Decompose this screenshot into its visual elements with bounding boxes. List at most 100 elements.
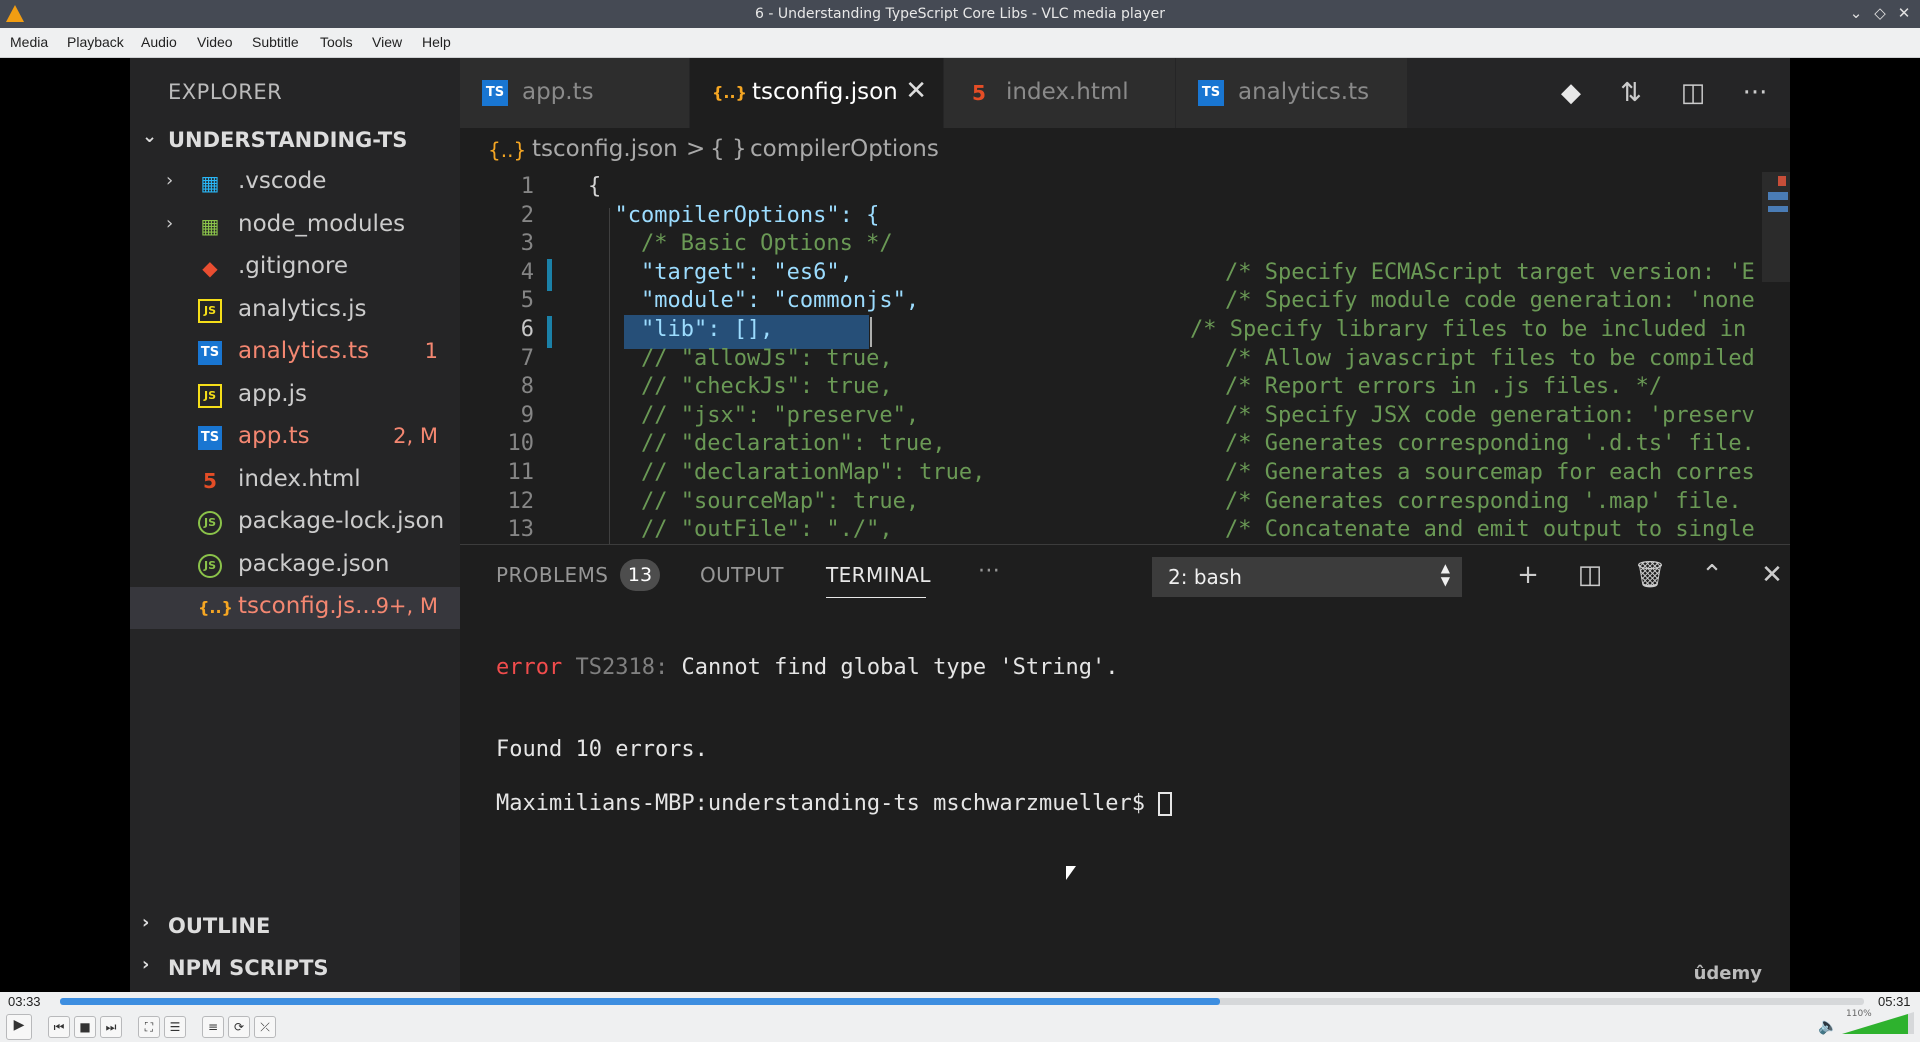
json-icon: {..} xyxy=(488,138,527,162)
previous-button[interactable]: ⏮ xyxy=(48,1016,70,1038)
code-comment: /* Specify module code generation: 'none xyxy=(1225,288,1755,314)
speaker-icon[interactable]: 🔈 xyxy=(1818,1016,1838,1035)
volume-slider[interactable]: 110% xyxy=(1842,1009,1914,1036)
stop-button[interactable]: ■ xyxy=(74,1016,96,1038)
trash-icon[interactable]: 🗑 xyxy=(1632,557,1668,593)
code-text: // "declaration": true, xyxy=(588,431,946,457)
tab-label: index.html xyxy=(1006,79,1129,105)
code-comment: /* Concatenate and emit output to single xyxy=(1225,517,1755,543)
close-window-icon[interactable]: ✕ xyxy=(1894,3,1914,23)
next-button[interactable]: ⏭ xyxy=(100,1016,122,1038)
vscode-folder-icon: ▦ xyxy=(200,171,220,195)
code-comment: /* Specify JSX code generation: 'preserv xyxy=(1225,402,1755,428)
extended-settings-button[interactable]: ☰ xyxy=(164,1016,186,1038)
code-text: // "sourceMap": true, xyxy=(588,488,920,514)
code-text: // "allowJs": true, xyxy=(588,345,893,371)
terminal-prompt-line[interactable]: Maximilians-MBP:understanding-ts mschwar… xyxy=(496,791,1173,816)
tree-file[interactable]: JS package.json xyxy=(130,545,460,587)
tree-file[interactable]: {..} tsconfig.js... 9+, M xyxy=(130,587,460,629)
tab-index-html[interactable]: 5 index.html xyxy=(944,58,1176,128)
code-text: "target": "es6", xyxy=(588,259,853,285)
split-terminal-icon[interactable]: ◫ xyxy=(1572,557,1608,593)
tab-tsconfig-json[interactable]: {..} tsconfig.json ✕ xyxy=(690,58,944,128)
ts-icon: TS xyxy=(198,426,222,450)
project-section[interactable]: ⌄ UNDERSTANDING-TS xyxy=(130,120,460,160)
outline-section[interactable]: › OUTLINE xyxy=(130,906,460,946)
playlist-button[interactable]: ≡ xyxy=(202,1016,224,1038)
loop-button[interactable]: ⟳ xyxy=(228,1016,250,1038)
code-text: // "checkJs": true, xyxy=(588,374,893,400)
menu-video[interactable]: Video xyxy=(197,34,233,50)
close-tab-icon[interactable]: ✕ xyxy=(905,76,927,106)
git-compare-icon[interactable]: ◆ xyxy=(1554,76,1588,110)
problems-count-badge: 13 xyxy=(620,559,660,591)
shuffle-button[interactable]: ⤫ xyxy=(254,1016,276,1038)
seek-bar[interactable] xyxy=(60,998,1864,1005)
video-area[interactable]: EXPLORER ⌄ UNDERSTANDING-TS › ▦ .vscode › ▦ n… xyxy=(0,58,1920,992)
fullscreen-button[interactable]: ⛶ xyxy=(138,1016,160,1038)
menu-view[interactable]: View xyxy=(372,34,402,50)
play-button[interactable]: ▶ xyxy=(6,1014,32,1040)
terminal-cursor xyxy=(1158,792,1173,816)
file-name: tsconfig.js... xyxy=(238,593,377,619)
close-panel-icon[interactable]: ✕ xyxy=(1754,557,1790,593)
menu-tools[interactable]: Tools xyxy=(320,34,353,50)
tree-file[interactable]: JS package-lock.json xyxy=(130,502,460,544)
breadcrumb-symbol[interactable]: compilerOptions xyxy=(750,136,939,162)
menu-subtitle[interactable]: Subtitle xyxy=(252,34,299,50)
tree-file[interactable]: TS analytics.ts 1 xyxy=(130,332,460,374)
vscode-window: EXPLORER ⌄ UNDERSTANDING-TS › ▦ .vscode › ▦ n… xyxy=(130,58,1790,992)
node-folder-icon: ▦ xyxy=(200,213,220,238)
minimap[interactable] xyxy=(1762,172,1790,282)
menu-media[interactable]: Media xyxy=(10,34,48,50)
vlc-menu-bar: Media Playback Audio Video Subtitle Tool… xyxy=(0,28,1920,58)
new-terminal-icon[interactable]: + xyxy=(1510,557,1546,593)
tree-file[interactable]: 5 index.html xyxy=(130,460,460,502)
ts-icon: TS xyxy=(482,80,508,106)
menu-audio[interactable]: Audio xyxy=(141,34,177,50)
window-title: 6 - Understanding TypeScript Core Libs -… xyxy=(754,6,1165,22)
line-number: 10 xyxy=(507,431,535,457)
panel-more-icon[interactable]: ··· xyxy=(978,559,1000,584)
tree-folder[interactable]: › ▦ .vscode xyxy=(130,162,460,204)
editor-tab-bar: TS app.ts {..} tsconfig.json ✕ 5 index.h… xyxy=(460,58,1790,128)
more-actions-icon[interactable]: ··· xyxy=(1738,76,1772,110)
json-icon: {..} xyxy=(198,598,233,617)
tab-app-ts[interactable]: TS app.ts xyxy=(460,58,690,128)
code-comment: /* Specify library files to be included … xyxy=(1190,317,1747,342)
tab-problems[interactable]: PROBLEMS xyxy=(496,563,608,587)
npm-scripts-section[interactable]: › NPM SCRIPTS xyxy=(130,948,460,988)
terminal-prompt: Maximilians-MBP:understanding-ts mschwar… xyxy=(496,791,1146,816)
code-comment: /* Allow javascript files to be compiled xyxy=(1225,345,1755,371)
udemy-watermark: ûdemy xyxy=(1693,963,1762,984)
menu-help[interactable]: Help xyxy=(422,34,451,50)
tab-terminal[interactable]: TERMINAL xyxy=(826,563,931,587)
file-name: node_modules xyxy=(238,210,406,237)
code-editor[interactable]: 1 {2 "compilerOptions": {3 /* Basic Optio… xyxy=(460,172,1790,544)
open-changes-icon[interactable]: ⇅ xyxy=(1614,76,1648,110)
error-message: Cannot find global type 'String'. xyxy=(681,655,1119,680)
tree-file[interactable]: TS app.ts 2, M xyxy=(130,417,460,459)
tree-folder[interactable]: › ▦ node_modules xyxy=(130,205,460,247)
terminal-select[interactable]: 2: bash ▲ ▼ xyxy=(1152,557,1462,597)
minimize-icon[interactable]: ⌄ xyxy=(1846,3,1866,23)
breadcrumb-file[interactable]: tsconfig.json xyxy=(532,136,678,162)
tree-file[interactable]: ◆ .gitignore xyxy=(130,247,460,289)
total-time: 05:31 xyxy=(1878,994,1911,1009)
tab-analytics-ts[interactable]: TS analytics.ts xyxy=(1176,58,1408,128)
chevron-right-icon: › xyxy=(142,954,150,975)
maximize-panel-icon[interactable]: ⌃ xyxy=(1694,557,1730,593)
file-name: package-lock.json xyxy=(238,508,445,534)
tab-output[interactable]: OUTPUT xyxy=(700,563,784,587)
menu-playback[interactable]: Playback xyxy=(67,34,124,50)
line-number: 4 xyxy=(520,259,534,285)
terminal-error-line: error TS2318: Cannot find global type 'S… xyxy=(496,655,1119,680)
line-number: 6 xyxy=(520,317,534,342)
tree-file[interactable]: JS analytics.js xyxy=(130,290,460,332)
tree-file[interactable]: JS app.js xyxy=(130,375,460,417)
split-editor-icon[interactable]: ◫ xyxy=(1676,76,1710,110)
object-symbol-icon: { } xyxy=(710,136,747,162)
maximize-icon[interactable]: ◇ xyxy=(1870,3,1890,23)
explorer-title: EXPLORER xyxy=(168,80,283,104)
code-comment: /* Specify ECMAScript target version: 'E xyxy=(1225,259,1755,285)
